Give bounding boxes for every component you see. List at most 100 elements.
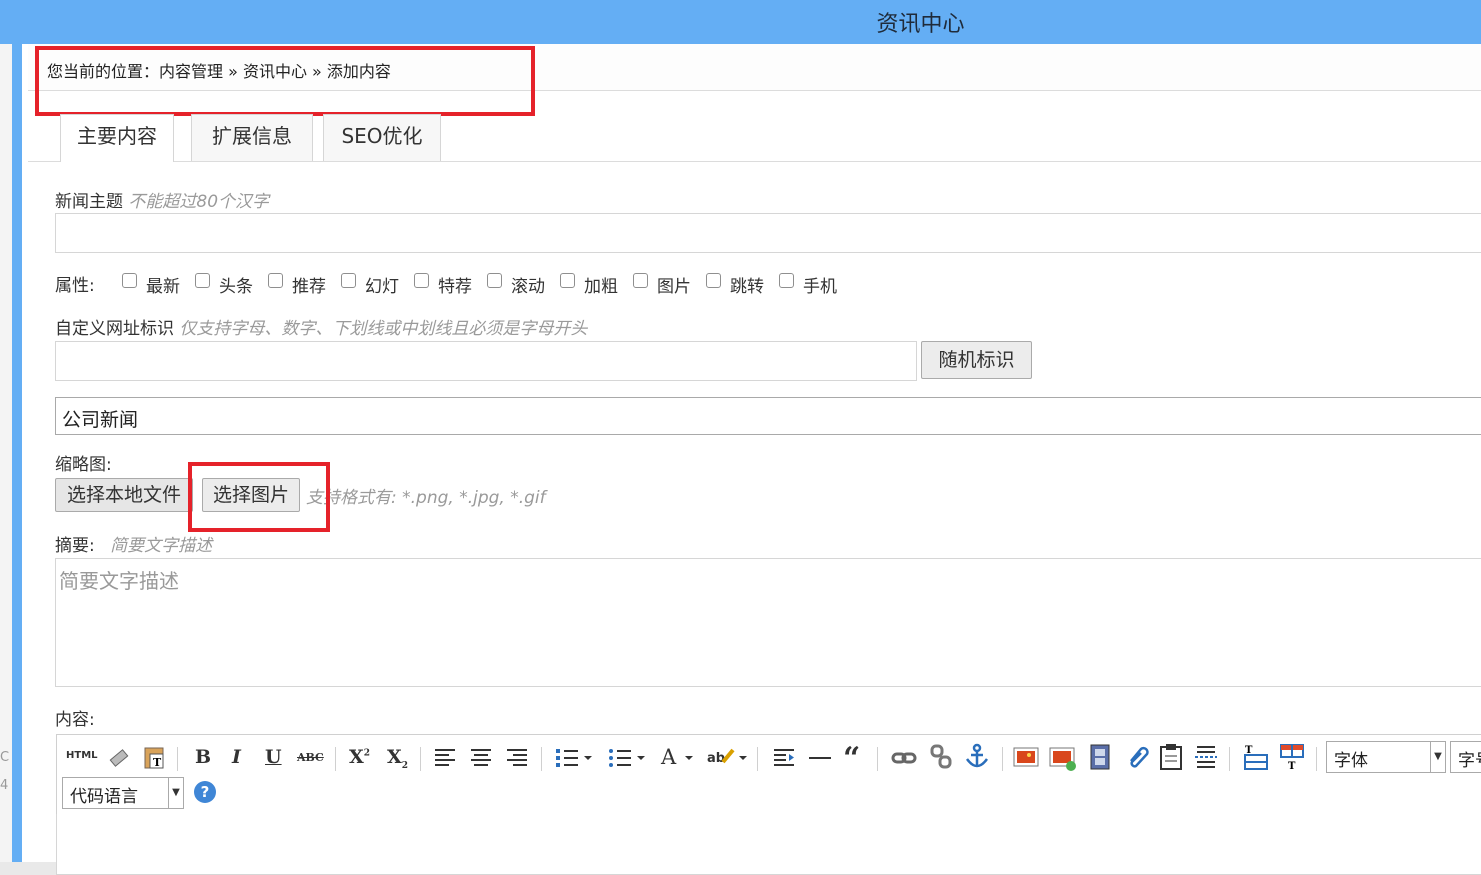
bold-icon[interactable]: B [195,746,211,768]
category-select[interactable]: 公司新闻 [55,397,1481,435]
attribute-checkbox[interactable] [706,273,721,288]
image-icon[interactable] [1013,746,1039,768]
content-editor-body[interactable] [56,814,1481,875]
link-icon[interactable] [891,747,919,769]
attribute-checkbox[interactable] [414,273,429,288]
anchor-icon[interactable] [963,743,991,771]
svg-text:T: T [1288,761,1296,771]
tab-label: SEO优化 [341,124,423,148]
summary-textarea[interactable]: 简要文字描述 [55,558,1481,687]
frame-border [12,44,22,862]
news-title-label: 新闻主题 不能超过80个汉字 [55,187,269,212]
attribute-label: 特荐 [438,277,472,297]
align-left-icon[interactable] [433,747,457,769]
paste-text-icon[interactable]: T [141,744,169,772]
font-size-value: 字号 [1458,751,1481,771]
clipboard-icon[interactable] [1159,743,1183,771]
choose-local-file-button[interactable]: 选择本地文件 [55,478,193,512]
tab-seo[interactable]: SEO优化 [323,114,441,161]
eraser-icon[interactable] [105,744,133,772]
tab-bar: 主要内容 扩展信息 SEO优化 [28,114,1481,162]
news-title-label-text: 新闻主题 [55,192,123,212]
random-id-button[interactable]: 随机标识 [921,341,1032,379]
summary-label: 摘要: 简要文字描述 [55,531,212,556]
highlight-box-breadcrumb [35,46,535,116]
code-language-select[interactable]: 代码语言 ▼ [62,777,184,809]
attribute-checkbox[interactable] [560,273,575,288]
tab-main-content[interactable]: 主要内容 [60,114,174,162]
font-family-value: 字体 [1334,751,1368,771]
left-panel-fragment: C 4 [0,744,9,800]
unlink-icon[interactable] [929,743,955,771]
content-label: 内容: [55,710,95,730]
custom-url-label: 自定义网址标识 仅支持字母、数字、下划线或中划线且必须是字母开头 [55,314,587,339]
attribute-label: 手机 [803,277,837,297]
help-icon[interactable]: ? [194,781,216,803]
summary-hint: 简要文字描述 [110,536,213,556]
strikethrough-icon[interactable]: ABC [297,751,324,764]
toolbar-separator [420,747,421,771]
tab-label: 扩展信息 [212,124,292,148]
attribute-label: 头条 [219,277,253,297]
category-value: 公司新闻 [62,409,139,431]
highlight-box-choose-image [188,462,330,532]
thumbnail-label: 缩略图: [55,455,112,475]
custom-url-hint: 仅支持字母、数字、下划线或中划线且必须是字母开头 [179,319,588,339]
attributes-label: 属性: [55,276,95,296]
toolbar-separator [1229,747,1230,771]
font-size-select[interactable]: 字号 [1450,741,1481,773]
html-source-button[interactable]: HTML [66,750,98,761]
insert-row-icon[interactable]: T [1243,743,1269,771]
editor-toolbar: HTML T B I U ABC X2 X2 A ab “ T T 字体 ▼ 字… [56,734,1481,816]
left-fragment-b: 4 [0,778,9,793]
subscript-icon[interactable]: X2 [387,746,408,771]
toolbar-separator [541,747,542,771]
attribute-label: 滚动 [511,277,545,297]
attachment-icon[interactable] [1125,743,1151,771]
underline-icon[interactable]: U [265,746,282,768]
multi-image-icon[interactable] [1049,744,1079,772]
content-frame: 您当前的位置：内容管理 » 资讯中心 » 添加内容 主要内容 扩展信息 SEO优… [22,44,1481,875]
attribute-checkbox[interactable] [341,273,356,288]
attribute-label: 图片 [657,277,691,297]
video-icon[interactable] [1089,743,1111,771]
font-color-icon[interactable]: A [659,744,699,770]
unordered-list-icon[interactable] [607,746,647,770]
attribute-checkbox[interactable] [268,273,283,288]
superscript-icon[interactable]: X2 [349,746,370,768]
news-title-input[interactable] [55,213,1481,253]
code-language-value: 代码语言 [70,787,138,807]
toolbar-separator [335,747,336,771]
attribute-label: 跳转 [730,277,764,297]
svg-text:A: A [660,745,677,769]
toolbar-separator [1316,747,1317,771]
custom-url-input[interactable] [55,341,917,381]
tab-label: 主要内容 [77,124,157,148]
highlight-color-icon[interactable]: ab [705,744,749,770]
chevron-down-icon: ▼ [168,778,183,808]
toolbar-separator [877,747,878,771]
attribute-checkbox[interactable] [122,273,137,288]
align-center-icon[interactable] [469,747,493,769]
tab-extended-info[interactable]: 扩展信息 [191,114,313,161]
custom-url-label-text: 自定义网址标识 [55,319,174,339]
attribute-checkbox[interactable] [633,273,648,288]
horizontal-rule-icon[interactable] [807,747,833,769]
window-title: 资讯中心 [876,12,965,37]
blockquote-icon[interactable]: “ [843,741,860,776]
attribute-checkbox[interactable] [779,273,794,288]
toolbar-separator [1002,747,1003,771]
font-family-select[interactable]: 字体 ▼ [1326,741,1446,773]
toolbar-separator [757,747,758,771]
attribute-checkbox[interactable] [195,273,210,288]
page-break-icon[interactable] [1193,743,1219,771]
attribute-checkbox[interactable] [487,273,502,288]
align-right-icon[interactable] [505,747,529,769]
italic-icon[interactable]: I [232,746,241,768]
left-fragment-a: C [0,750,10,765]
svg-text:ab: ab [707,751,725,766]
attribute-label: 加粗 [584,277,618,297]
indent-icon[interactable] [772,747,796,769]
table-icon[interactable]: T [1279,743,1305,771]
ordered-list-icon[interactable] [554,746,594,770]
